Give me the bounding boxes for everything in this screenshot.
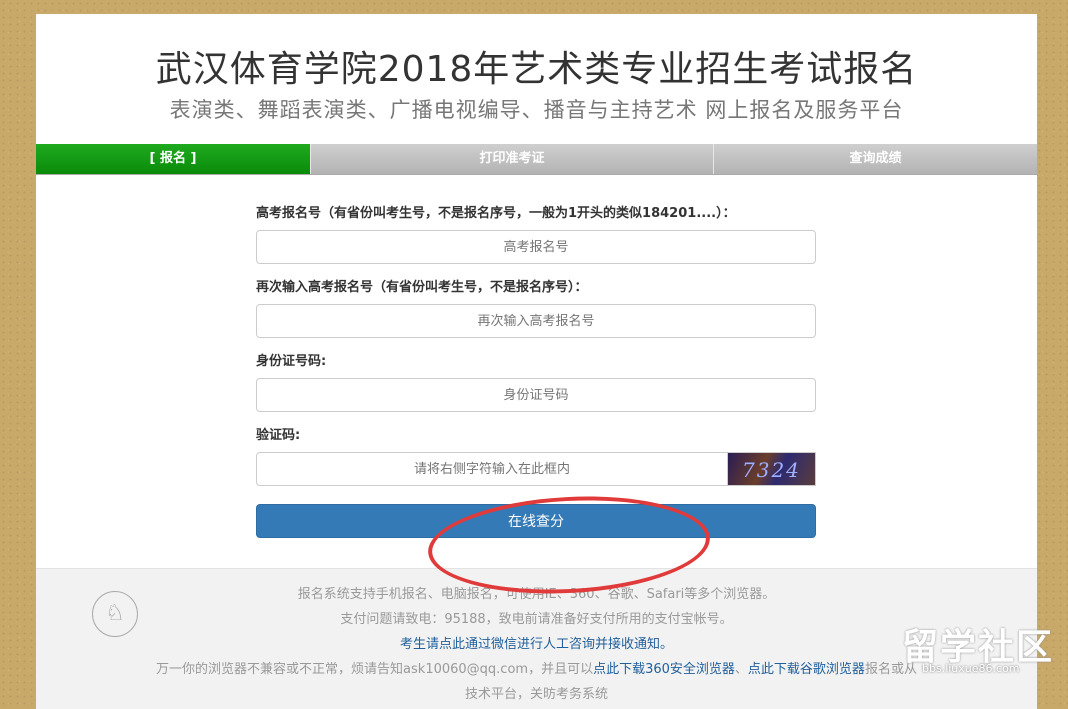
compat-prefix: 万一你的浏览器不兼容或不正常，烦请告知ask10060@qq.com，并且可以: [156, 662, 594, 677]
id-card-input[interactable]: [256, 378, 816, 412]
registration-form: 高考报名号（有省份叫考生号，不是报名序号，一般为1开头的类似184201....…: [256, 204, 816, 538]
download-360-link[interactable]: 点此下载360安全浏览器: [593, 662, 735, 677]
download-chrome-link[interactable]: 点此下载谷歌浏览器: [748, 662, 865, 677]
exam-id-label: 高考报名号（有省份叫考生号，不是报名序号，一般为1开头的类似184201....…: [256, 206, 736, 221]
page-subtitle: 表演类、舞蹈表演类、广播电视编导、播音与主持艺术 网上报名及服务平台: [169, 98, 904, 122]
footer-compat-note: 万一你的浏览器不兼容或不正常，烦请告知ask10060@qq.com，并且可以点…: [36, 658, 1037, 677]
wechat-consult-link[interactable]: 考生请点此通过微信进行人工咨询并接收通知。: [400, 637, 673, 652]
step-nav: [ 报名 ] 打印准考证 查询成绩: [36, 144, 1037, 175]
exam-id-input[interactable]: [256, 230, 816, 264]
watermark-url: bbs.liuxue86.com: [922, 662, 1020, 675]
tab-print-admission[interactable]: 打印准考证: [310, 144, 713, 174]
captcha-input[interactable]: [256, 452, 728, 486]
footer-payment-note: 支付问题请致电：95188，致电前请准备好支付所用的支付宝帐号。: [340, 612, 733, 627]
page-title: 武汉体育学院2018年艺术类专业招生考试报名: [155, 49, 918, 90]
watermark: 留学社区 bbs.liuxue86.com: [898, 618, 1058, 680]
id-card-label: 身份证号码:: [256, 354, 327, 369]
footer-tech-note: 技术平台，关昉考务系统: [464, 687, 608, 702]
captcha-image[interactable]: 7324: [728, 452, 816, 486]
exam-id-confirm-label: 再次输入高考报名号（有省份叫考生号，不是报名序号）：: [256, 280, 588, 295]
captcha-row: 7324: [256, 452, 816, 486]
captcha-text: 7324: [742, 458, 801, 482]
main-panel: 武汉体育学院2018年艺术类专业招生考试报名 表演类、舞蹈表演类、广播电视编导、…: [36, 14, 1037, 709]
tab-query-score[interactable]: 查询成绩: [713, 144, 1037, 174]
tab-register[interactable]: [ 报名 ]: [36, 144, 310, 174]
exam-id-confirm-input[interactable]: [256, 304, 816, 338]
compat-sep: 、: [734, 662, 748, 677]
captcha-label: 验证码:: [256, 428, 301, 443]
